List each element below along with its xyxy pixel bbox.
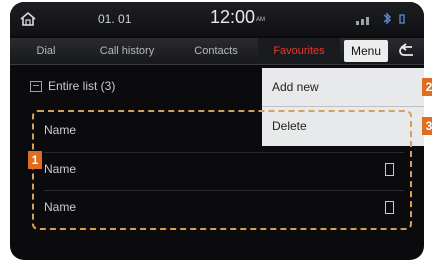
menu-button[interactable]: Menu [344, 40, 388, 62]
callout-badge-1: 1 [28, 151, 42, 169]
tab-call-history[interactable]: Call history [84, 38, 170, 64]
phone-tab-bar: Dial Call history Contacts Favourites Me… [10, 38, 424, 65]
status-date: 01. 01 [98, 12, 132, 26]
status-time: 12:00 [210, 7, 256, 27]
contact-name: Name [44, 123, 77, 137]
tab-favourites[interactable]: Favourites [258, 38, 340, 64]
contact-name: Name [44, 162, 77, 176]
favourites-list: Name Name Name [32, 110, 412, 230]
list-item[interactable]: Name [44, 152, 404, 189]
list-icon [30, 81, 42, 92]
list-title: Entire list (3) [48, 79, 116, 93]
list-item[interactable]: Name [44, 190, 404, 227]
tab-dial[interactable]: Dial [24, 38, 68, 64]
menu-item-label: Add new [272, 80, 319, 94]
status-bar: 01. 01 12:00 AM [10, 2, 424, 36]
contact-name: Name [44, 200, 77, 214]
callout-badge-2: 2 [422, 78, 432, 96]
delete-checkbox-icon[interactable] [385, 163, 394, 176]
callout-badge-3: 3 [422, 117, 432, 135]
signal-bluetooth-icon [356, 12, 405, 25]
home-icon[interactable] [18, 10, 38, 28]
tab-contacts[interactable]: Contacts [178, 38, 254, 64]
list-item[interactable]: Name [44, 114, 404, 150]
delete-checkbox-icon[interactable] [385, 201, 394, 214]
back-icon[interactable] [396, 41, 418, 61]
status-ampm: AM [256, 17, 265, 23]
menu-item-add-new[interactable]: Add new [262, 68, 424, 107]
